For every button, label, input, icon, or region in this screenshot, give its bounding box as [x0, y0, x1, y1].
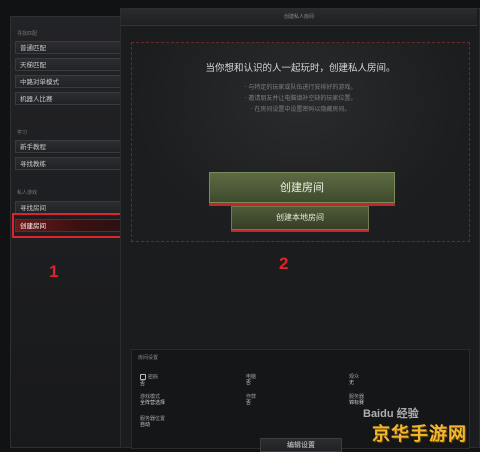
setting-value: 自动 — [140, 422, 151, 428]
setting-value: 锦标赛 — [349, 400, 365, 406]
main-panel: 创建私人房间 当你想和认识的人一起玩时，创建私人房间。 · 与特定的玩家或队伍进… — [120, 8, 480, 452]
step-marker-1: 1 — [49, 262, 59, 281]
baidu-watermark: Baidu 经验 — [363, 408, 419, 420]
description-line-2: · 邀请朋友并让电脑填补空缺的玩家位置。 — [244, 95, 357, 102]
setting-value: 全阵营选择 — [140, 400, 166, 406]
panel-title: 创建私人房间 — [121, 9, 477, 26]
setting-bots: 电脑 否 — [246, 374, 256, 386]
setting-password: 密码 否 — [140, 374, 158, 387]
sidebar-item-tutorial[interactable]: 新手教程 — [15, 140, 123, 153]
setting-server-location: 服务器位置 自动 — [140, 416, 165, 428]
lock-icon — [140, 374, 146, 380]
setting-cheats: 作弊 否 — [246, 394, 256, 406]
setting-value: 无 — [349, 380, 355, 386]
settings-title: 房间设置 — [138, 355, 159, 361]
sidebar-item-bot-match[interactable]: 机器人比赛 — [15, 92, 123, 105]
setting-value: 否 — [140, 380, 146, 387]
setting-label: 密码 — [148, 374, 159, 381]
setting-server: 服务器 锦标赛 — [349, 394, 364, 406]
sidebar-item-ladder-match[interactable]: 天梯匹配 — [15, 58, 123, 71]
section-title-learn: 学习 — [17, 130, 28, 136]
highlight-box-create-room — [12, 213, 125, 238]
section-title-private: 私人游戏 — [17, 190, 38, 196]
sidebar-item-find-coach[interactable]: 寻找教练 — [15, 157, 123, 170]
sidebar-item-normal-match[interactable]: 普通匹配 — [15, 41, 123, 54]
edit-settings-button[interactable]: 编辑设置 — [260, 438, 342, 452]
create-local-room-button[interactable]: 创建本地房间 — [231, 206, 369, 230]
setting-value: 否 — [246, 400, 252, 406]
step-marker-2: 2 — [279, 254, 289, 273]
setting-value: 否 — [246, 380, 252, 386]
create-room-button[interactable]: 创建房间 — [209, 172, 395, 203]
description-line-3: · 在房间设置中设置密码以隐藏房间。 — [250, 106, 351, 113]
description-line-1: · 与特定的玩家或队伍进行安排好的游戏。 — [244, 84, 357, 91]
site-watermark: 京华手游网 — [372, 424, 467, 445]
sidebar-item-mid-1v1[interactable]: 中路对单模式 — [15, 75, 123, 88]
section-title-matchmaking: 寻找匹配 — [17, 31, 38, 37]
headline: 当你想和认识的人一起玩时，创建私人房间。 — [205, 63, 396, 74]
setting-spectators: 观众 无 — [349, 374, 359, 386]
setting-game-mode: 游戏模式 全阵营选择 — [140, 394, 165, 406]
